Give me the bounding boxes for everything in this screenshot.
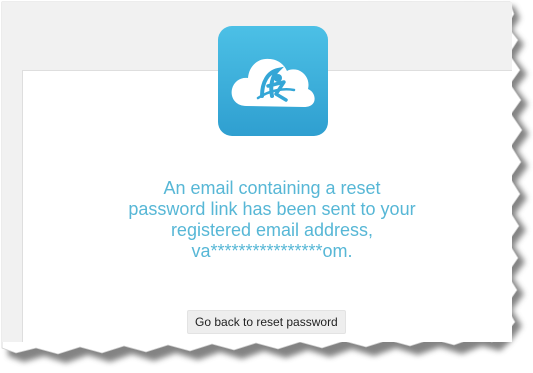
confirmation-message: An email containing a reset password lin… [62,178,482,262]
message-line-4: va****************om. [191,241,353,261]
cloud-person-icon [231,58,315,107]
go-back-to-reset-password-button[interactable]: Go back to reset password [187,310,346,334]
message-line-1: An email containing a reset [163,178,381,198]
app-logo [218,26,328,136]
reset-confirmation-page: An email containing a reset password lin… [2,2,512,342]
message-line-2: password link has been sent to your [128,199,416,219]
message-line-3: registered email address, [170,220,374,240]
screenshot-stage: An email containing a reset password lin… [0,0,533,373]
